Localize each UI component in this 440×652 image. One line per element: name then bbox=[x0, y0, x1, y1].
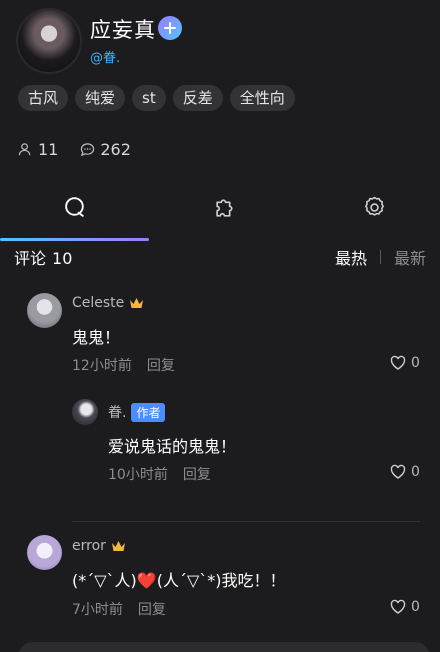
comment-text: 鬼鬼！ bbox=[72, 328, 121, 347]
comment-divider bbox=[72, 521, 420, 522]
profile-stats: 11 262 bbox=[18, 140, 153, 159]
tab-extensions[interactable] bbox=[210, 192, 240, 222]
comment-user[interactable]: error bbox=[72, 538, 126, 554]
comment-time: 7小时前 bbox=[72, 602, 123, 618]
comments-stat[interactable]: 262 bbox=[80, 140, 131, 159]
tag[interactable]: 纯爱 bbox=[75, 85, 126, 111]
sort-divider bbox=[379, 250, 381, 264]
tab-bar bbox=[0, 192, 440, 230]
tab-settings[interactable] bbox=[359, 192, 389, 222]
puzzle-icon bbox=[215, 198, 233, 217]
comment-username[interactable]: error bbox=[72, 538, 106, 554]
sort-hot-button[interactable]: 最热 bbox=[335, 245, 367, 269]
like-count: 0 bbox=[411, 464, 420, 480]
comment-user[interactable]: 眷. 作者 bbox=[108, 402, 166, 422]
gear-icon bbox=[364, 196, 384, 216]
followers-count: 11 bbox=[38, 140, 59, 159]
tag[interactable]: 反差 bbox=[172, 85, 223, 111]
tag[interactable]: 古风 bbox=[18, 85, 69, 111]
tab-indicator bbox=[0, 238, 149, 241]
comment-username[interactable]: Celeste bbox=[72, 295, 124, 311]
comments-title-count: 10 bbox=[52, 249, 73, 268]
chat-bubble-icon bbox=[81, 143, 95, 157]
comment-username[interactable]: 眷. bbox=[108, 402, 126, 422]
reply-button[interactable]: 回复 bbox=[138, 599, 166, 619]
tag[interactable]: 全性向 bbox=[229, 85, 295, 111]
comment-input-bar[interactable] bbox=[18, 642, 430, 652]
comment-meta: 7小时前 回复 bbox=[72, 599, 166, 619]
user-icon bbox=[18, 143, 31, 156]
tab-comments[interactable] bbox=[60, 192, 90, 222]
tag[interactable]: st bbox=[132, 85, 166, 111]
comment-meta: 10小时前 回复 bbox=[108, 464, 211, 484]
profile-handle[interactable]: @眷. bbox=[90, 47, 120, 66]
avatar[interactable] bbox=[27, 535, 62, 570]
comments-title-label: 评论 bbox=[14, 249, 47, 268]
like-button[interactable]: 0 bbox=[390, 599, 420, 615]
comment-time: 10小时前 bbox=[108, 467, 168, 483]
followers-stat[interactable]: 11 bbox=[18, 140, 58, 159]
avatar[interactable] bbox=[27, 293, 62, 328]
like-count: 0 bbox=[411, 355, 420, 371]
heart-icon bbox=[390, 464, 406, 479]
sort-toggle: 最热 最新 bbox=[335, 245, 426, 269]
comment-time: 12小时前 bbox=[72, 358, 132, 374]
like-button[interactable]: 0 bbox=[390, 464, 420, 480]
profile-avatar[interactable] bbox=[18, 10, 80, 72]
search-icon bbox=[64, 196, 84, 217]
comments-title: 评论 10 bbox=[14, 245, 72, 269]
comment-user[interactable]: Celeste bbox=[72, 295, 144, 311]
plus-icon bbox=[164, 22, 176, 34]
comment-text: (*´▽`人)❤️(人´▽`*)我吃！！ bbox=[72, 571, 286, 590]
author-badge: 作者 bbox=[131, 402, 166, 422]
avatar[interactable] bbox=[72, 399, 98, 425]
crown-icon bbox=[111, 540, 125, 551]
reply-button[interactable]: 回复 bbox=[147, 355, 175, 375]
profile-name: 应妄真 bbox=[90, 18, 156, 42]
comments-header: 评论 10 最热 最新 bbox=[14, 245, 426, 269]
heart-icon bbox=[390, 599, 406, 614]
add-button[interactable] bbox=[158, 16, 182, 40]
like-button[interactable]: 0 bbox=[390, 355, 420, 371]
reply-button[interactable]: 回复 bbox=[183, 464, 211, 484]
like-count: 0 bbox=[411, 599, 420, 615]
comment-meta: 12小时前 回复 bbox=[72, 355, 175, 375]
comments-count: 262 bbox=[100, 140, 131, 159]
sort-new-button[interactable]: 最新 bbox=[394, 245, 426, 269]
tag-list: 古风 纯爱 st 反差 全性向 bbox=[18, 85, 295, 111]
heart-icon bbox=[390, 355, 406, 370]
comment-text: 爱说鬼话的鬼鬼！ bbox=[108, 437, 237, 456]
crown-icon bbox=[130, 297, 144, 308]
